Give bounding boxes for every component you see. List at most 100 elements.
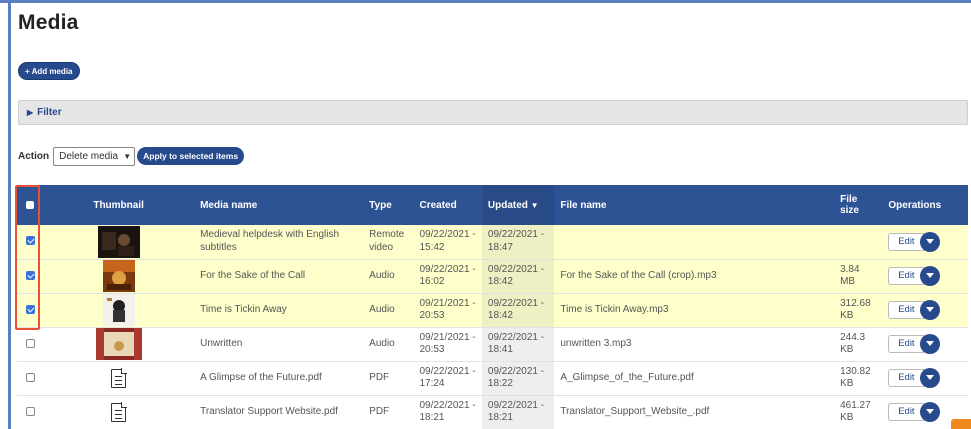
row-checkbox[interactable] — [25, 236, 35, 246]
header-file-name[interactable]: File name — [554, 185, 834, 225]
operations-cell: Edit — [882, 259, 968, 294]
table-row: Medieval helpdesk with English subtitles… — [17, 225, 968, 260]
apply-to-selected-button[interactable]: Apply to selected items — [137, 147, 245, 165]
thumbnail-cell — [43, 259, 195, 294]
document-icon — [111, 402, 127, 422]
row-select-cell — [17, 395, 44, 429]
select-all-checkbox[interactable] — [26, 200, 35, 209]
row-select-cell — [17, 327, 44, 362]
media-name-link[interactable]: For the Sake of the Call — [194, 259, 364, 294]
edit-button[interactable]: Edit — [888, 369, 925, 387]
table-row: For the Sake of the Call Audio 09/22/202… — [17, 259, 968, 294]
file-size-cell: 130.82 KB — [834, 361, 883, 396]
updated-cell: 09/22/2021 - 18:47 — [481, 225, 555, 260]
header-media-name[interactable]: Media name — [194, 185, 363, 225]
operations-dropdown-icon[interactable] — [920, 334, 941, 354]
media-name-link[interactable]: Medieval helpdesk with English subtitles — [194, 225, 364, 260]
type-cell: Audio — [363, 293, 414, 328]
edit-button[interactable]: Edit — [888, 232, 925, 251]
edit-button[interactable]: Edit — [888, 301, 925, 319]
header-updated[interactable]: Updated ▼ — [481, 185, 555, 225]
created-cell: 09/22/2021 - 17:24 — [413, 361, 482, 396]
table-row: Unwritten Audio 09/21/2021 - 20:53 09/22… — [17, 327, 968, 362]
file-name-cell: unwritten 3.mp3 — [554, 327, 835, 362]
table-header-row: Thumbnail Media name Type Created Update… — [17, 185, 968, 225]
created-cell: 09/22/2021 - 16:02 — [413, 259, 482, 294]
edit-button[interactable]: Edit — [888, 335, 925, 353]
media-name-link[interactable]: Time is Tickin Away — [194, 293, 364, 328]
operations-dropdown-icon[interactable] — [920, 368, 941, 388]
operations-cell: Edit — [882, 293, 968, 328]
document-icon — [111, 368, 127, 388]
window-left-border — [8, 0, 11, 429]
edit-button[interactable]: Edit — [888, 267, 925, 285]
sort-descending-icon: ▼ — [530, 200, 539, 210]
album-thumbnail-image — [102, 294, 135, 326]
operations-dropdown-icon[interactable] — [920, 402, 941, 422]
page-title: Media — [18, 11, 79, 34]
created-cell: 09/21/2021 - 20:53 — [413, 327, 482, 362]
header-file-size[interactable]: File size — [834, 185, 882, 225]
row-checkbox[interactable] — [25, 372, 35, 382]
table-row: A Glimpse of the Future.pdf PDF 09/22/20… — [17, 361, 968, 396]
header-type[interactable]: Type — [363, 185, 413, 225]
media-name-link[interactable]: Unwritten — [194, 327, 364, 362]
media-name-link[interactable]: A Glimpse of the Future.pdf — [194, 361, 364, 396]
updated-cell: 09/22/2021 - 18:21 — [481, 395, 555, 429]
thumbnail-cell — [43, 327, 195, 362]
file-size-cell: 461.27 KB — [834, 395, 883, 429]
operations-dropdown-icon[interactable] — [920, 300, 941, 320]
media-table: Thumbnail Media name Type Created Update… — [17, 185, 968, 429]
row-checkbox[interactable] — [25, 338, 35, 348]
row-checkbox[interactable] — [25, 406, 35, 416]
file-size-cell: 312.68 KB — [834, 293, 883, 328]
created-cell: 09/21/2021 - 20:53 — [413, 293, 482, 328]
updated-cell: 09/22/2021 - 18:22 — [481, 361, 555, 396]
table-row: Translator Support Website.pdf PDF 09/22… — [17, 395, 968, 429]
media-name-link[interactable]: Translator Support Website.pdf — [194, 395, 364, 429]
type-cell: PDF — [363, 395, 414, 429]
album-thumbnail-image — [95, 328, 142, 360]
header-created[interactable]: Created — [413, 185, 481, 225]
filter-label: Filter — [37, 107, 62, 118]
header-thumbnail: Thumbnail — [93, 199, 144, 211]
action-label: Action — [18, 150, 50, 162]
add-media-button[interactable]: + Add media — [18, 62, 80, 80]
created-cell: 09/22/2021 - 15:42 — [413, 225, 482, 260]
row-checkbox[interactable] — [25, 270, 35, 280]
type-cell: Remote video — [363, 225, 414, 260]
row-select-cell — [17, 361, 44, 396]
window-top-border — [0, 0, 971, 3]
type-cell: Audio — [363, 259, 414, 294]
type-cell: Audio — [363, 327, 414, 362]
file-size-cell — [834, 225, 883, 260]
thumbnail-cell — [43, 225, 195, 260]
updated-cell: 09/22/2021 - 18:42 — [481, 293, 555, 328]
row-select-cell — [17, 259, 44, 294]
updated-cell: 09/22/2021 - 18:42 — [481, 259, 555, 294]
file-name-cell: For the Sake of the Call (crop).mp3 — [554, 259, 835, 294]
bulk-action-row: Action Delete media ▼ Apply to selected … — [18, 146, 245, 166]
file-name-cell — [554, 225, 835, 260]
expand-triangle-icon: ▶ — [27, 108, 34, 117]
file-size-cell: 244.3 KB — [834, 327, 883, 362]
operations-dropdown-icon[interactable] — [920, 231, 941, 252]
row-checkbox[interactable] — [25, 304, 35, 314]
row-select-cell — [17, 293, 44, 328]
file-size-cell: 3.84 MB — [834, 259, 883, 294]
operations-cell: Edit — [882, 361, 968, 396]
file-name-cell: A_Glimpse_of_the_Future.pdf — [554, 361, 835, 396]
operations-dropdown-icon[interactable] — [920, 266, 941, 286]
operations-cell: Edit — [882, 327, 968, 362]
created-cell: 09/22/2021 - 18:21 — [413, 395, 482, 429]
operations-cell: Edit — [882, 225, 968, 260]
header-operations: Operations — [888, 199, 942, 211]
thumbnail-cell — [43, 293, 195, 328]
bulk-action-select[interactable]: Delete media ▼ — [53, 146, 136, 166]
edit-button[interactable]: Edit — [888, 403, 925, 421]
thumbnail-cell — [43, 395, 195, 429]
file-name-cell: Time is Tickin Away.mp3 — [554, 293, 835, 328]
thumbnail-cell — [43, 361, 195, 396]
video-thumbnail-image — [97, 225, 140, 258]
filter-toggle[interactable]: ▶ Filter — [18, 100, 968, 125]
